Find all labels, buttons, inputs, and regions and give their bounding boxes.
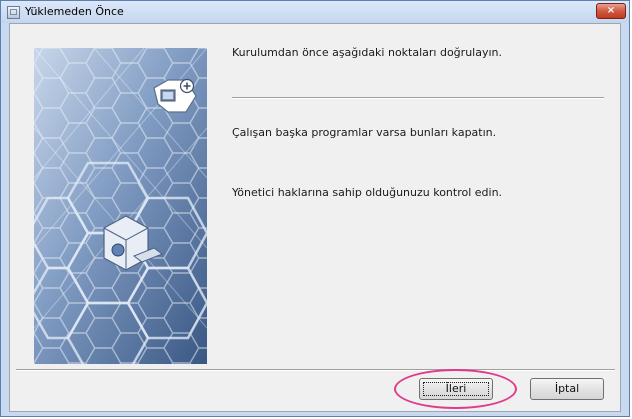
title-bar[interactable]: Yüklemeden Önce ×: [1, 1, 629, 23]
setup-banner-image: [34, 48, 207, 364]
separator-bottom: [16, 369, 615, 371]
separator-top: [232, 97, 604, 99]
focus-rectangle: [423, 382, 489, 396]
app-window-icon: [7, 6, 20, 19]
setup-window: Yüklemeden Önce × Kurulumdan önce aşağıd…: [0, 0, 630, 417]
cancel-button[interactable]: İptal: [530, 378, 604, 400]
window-title: Yüklemeden Önce: [25, 5, 124, 18]
dialog-body: Kurulumdan önce aşağıdaki noktaları doğr…: [9, 23, 621, 412]
close-button[interactable]: ×: [596, 3, 626, 19]
intro-text: Kurulumdan önce aşağıdaki noktaları doğr…: [232, 46, 502, 59]
next-button[interactable]: İleri: [419, 378, 493, 400]
close-programs-text: Çalışan başka programlar varsa bunları k…: [232, 126, 497, 139]
admin-rights-text: Yönetici haklarına sahip olduğunuzu kont…: [232, 186, 503, 199]
